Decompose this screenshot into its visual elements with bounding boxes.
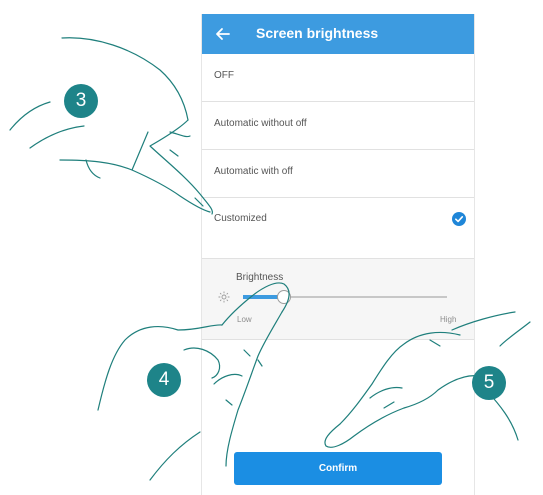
step-5-badge: 5 (472, 366, 506, 400)
brightness-title: Brightness (236, 272, 284, 283)
arrow-left-icon[interactable] (212, 23, 234, 45)
brightness-slider[interactable] (235, 289, 455, 305)
brightness-panel: Brightness Low High (202, 259, 474, 340)
option-label: Customized (214, 213, 267, 224)
sun-icon (218, 291, 230, 303)
option-label: Automatic without off (214, 118, 307, 129)
step-3-badge: 3 (64, 84, 98, 118)
option-off[interactable]: OFF (202, 54, 474, 102)
confirm-button[interactable]: Confirm (234, 452, 442, 485)
option-automatic-with-off[interactable]: Automatic with off (202, 150, 474, 198)
slider-thumb[interactable] (276, 290, 291, 304)
page-title: Screen brightness (256, 25, 379, 41)
slider-max-label: High (440, 315, 457, 324)
option-label: OFF (214, 70, 234, 81)
slider-min-label: Low (237, 315, 252, 324)
step-4-badge: 4 (147, 363, 181, 397)
check-icon (452, 212, 466, 226)
app-screen: Screen brightness OFF Automatic without … (201, 14, 475, 495)
option-label: Automatic with off (214, 166, 293, 177)
option-customized[interactable]: Customized (202, 198, 474, 259)
option-automatic-without-off[interactable]: Automatic without off (202, 102, 474, 150)
app-bar: Screen brightness (202, 14, 474, 54)
hand-icon (9, 37, 213, 215)
